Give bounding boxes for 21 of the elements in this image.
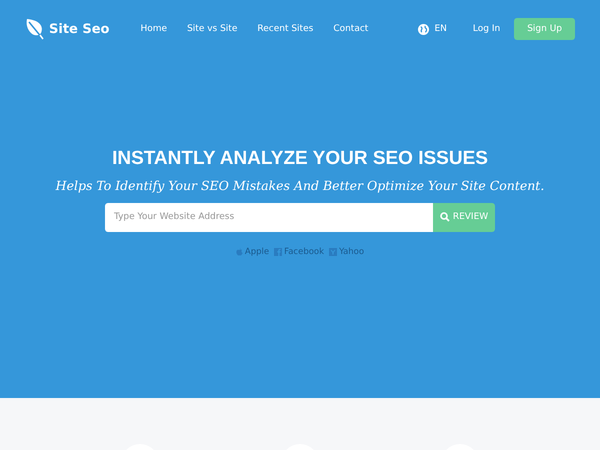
leaf-logo-icon xyxy=(25,18,45,40)
example-link[interactable]: Yahoo xyxy=(329,246,364,256)
hero-title: INSTANTLY ANALYZE YOUR SEO ISSUES xyxy=(112,148,488,170)
login-link[interactable]: Log In xyxy=(472,24,500,34)
globe-icon[interactable] xyxy=(418,24,430,34)
yahoo-icon xyxy=(329,248,338,256)
nav-link[interactable]: Recent Sites xyxy=(257,24,314,34)
review-button[interactable]: REVIEW xyxy=(433,202,495,232)
example-link[interactable]: Apple xyxy=(236,246,270,256)
brand-name[interactable]: Site Seo xyxy=(49,22,110,36)
signup-button[interactable]: Sign Up xyxy=(514,18,575,40)
facebook-icon xyxy=(274,248,282,256)
nav-link[interactable]: Home xyxy=(140,24,168,34)
nav-link[interactable]: Site vs Site xyxy=(187,24,238,34)
website-address-field[interactable]: Type Your Website Address xyxy=(105,202,433,232)
nav-link[interactable]: Contact xyxy=(333,24,368,34)
hero-subtitle: Helps To Identify Your SEO Mistakes And Better Optimize Your Site Content. xyxy=(56,178,544,192)
language-selector[interactable]: EN xyxy=(434,24,447,34)
search-icon xyxy=(440,212,450,222)
example-link[interactable]: Facebook xyxy=(274,246,324,256)
apple-icon xyxy=(236,248,243,256)
